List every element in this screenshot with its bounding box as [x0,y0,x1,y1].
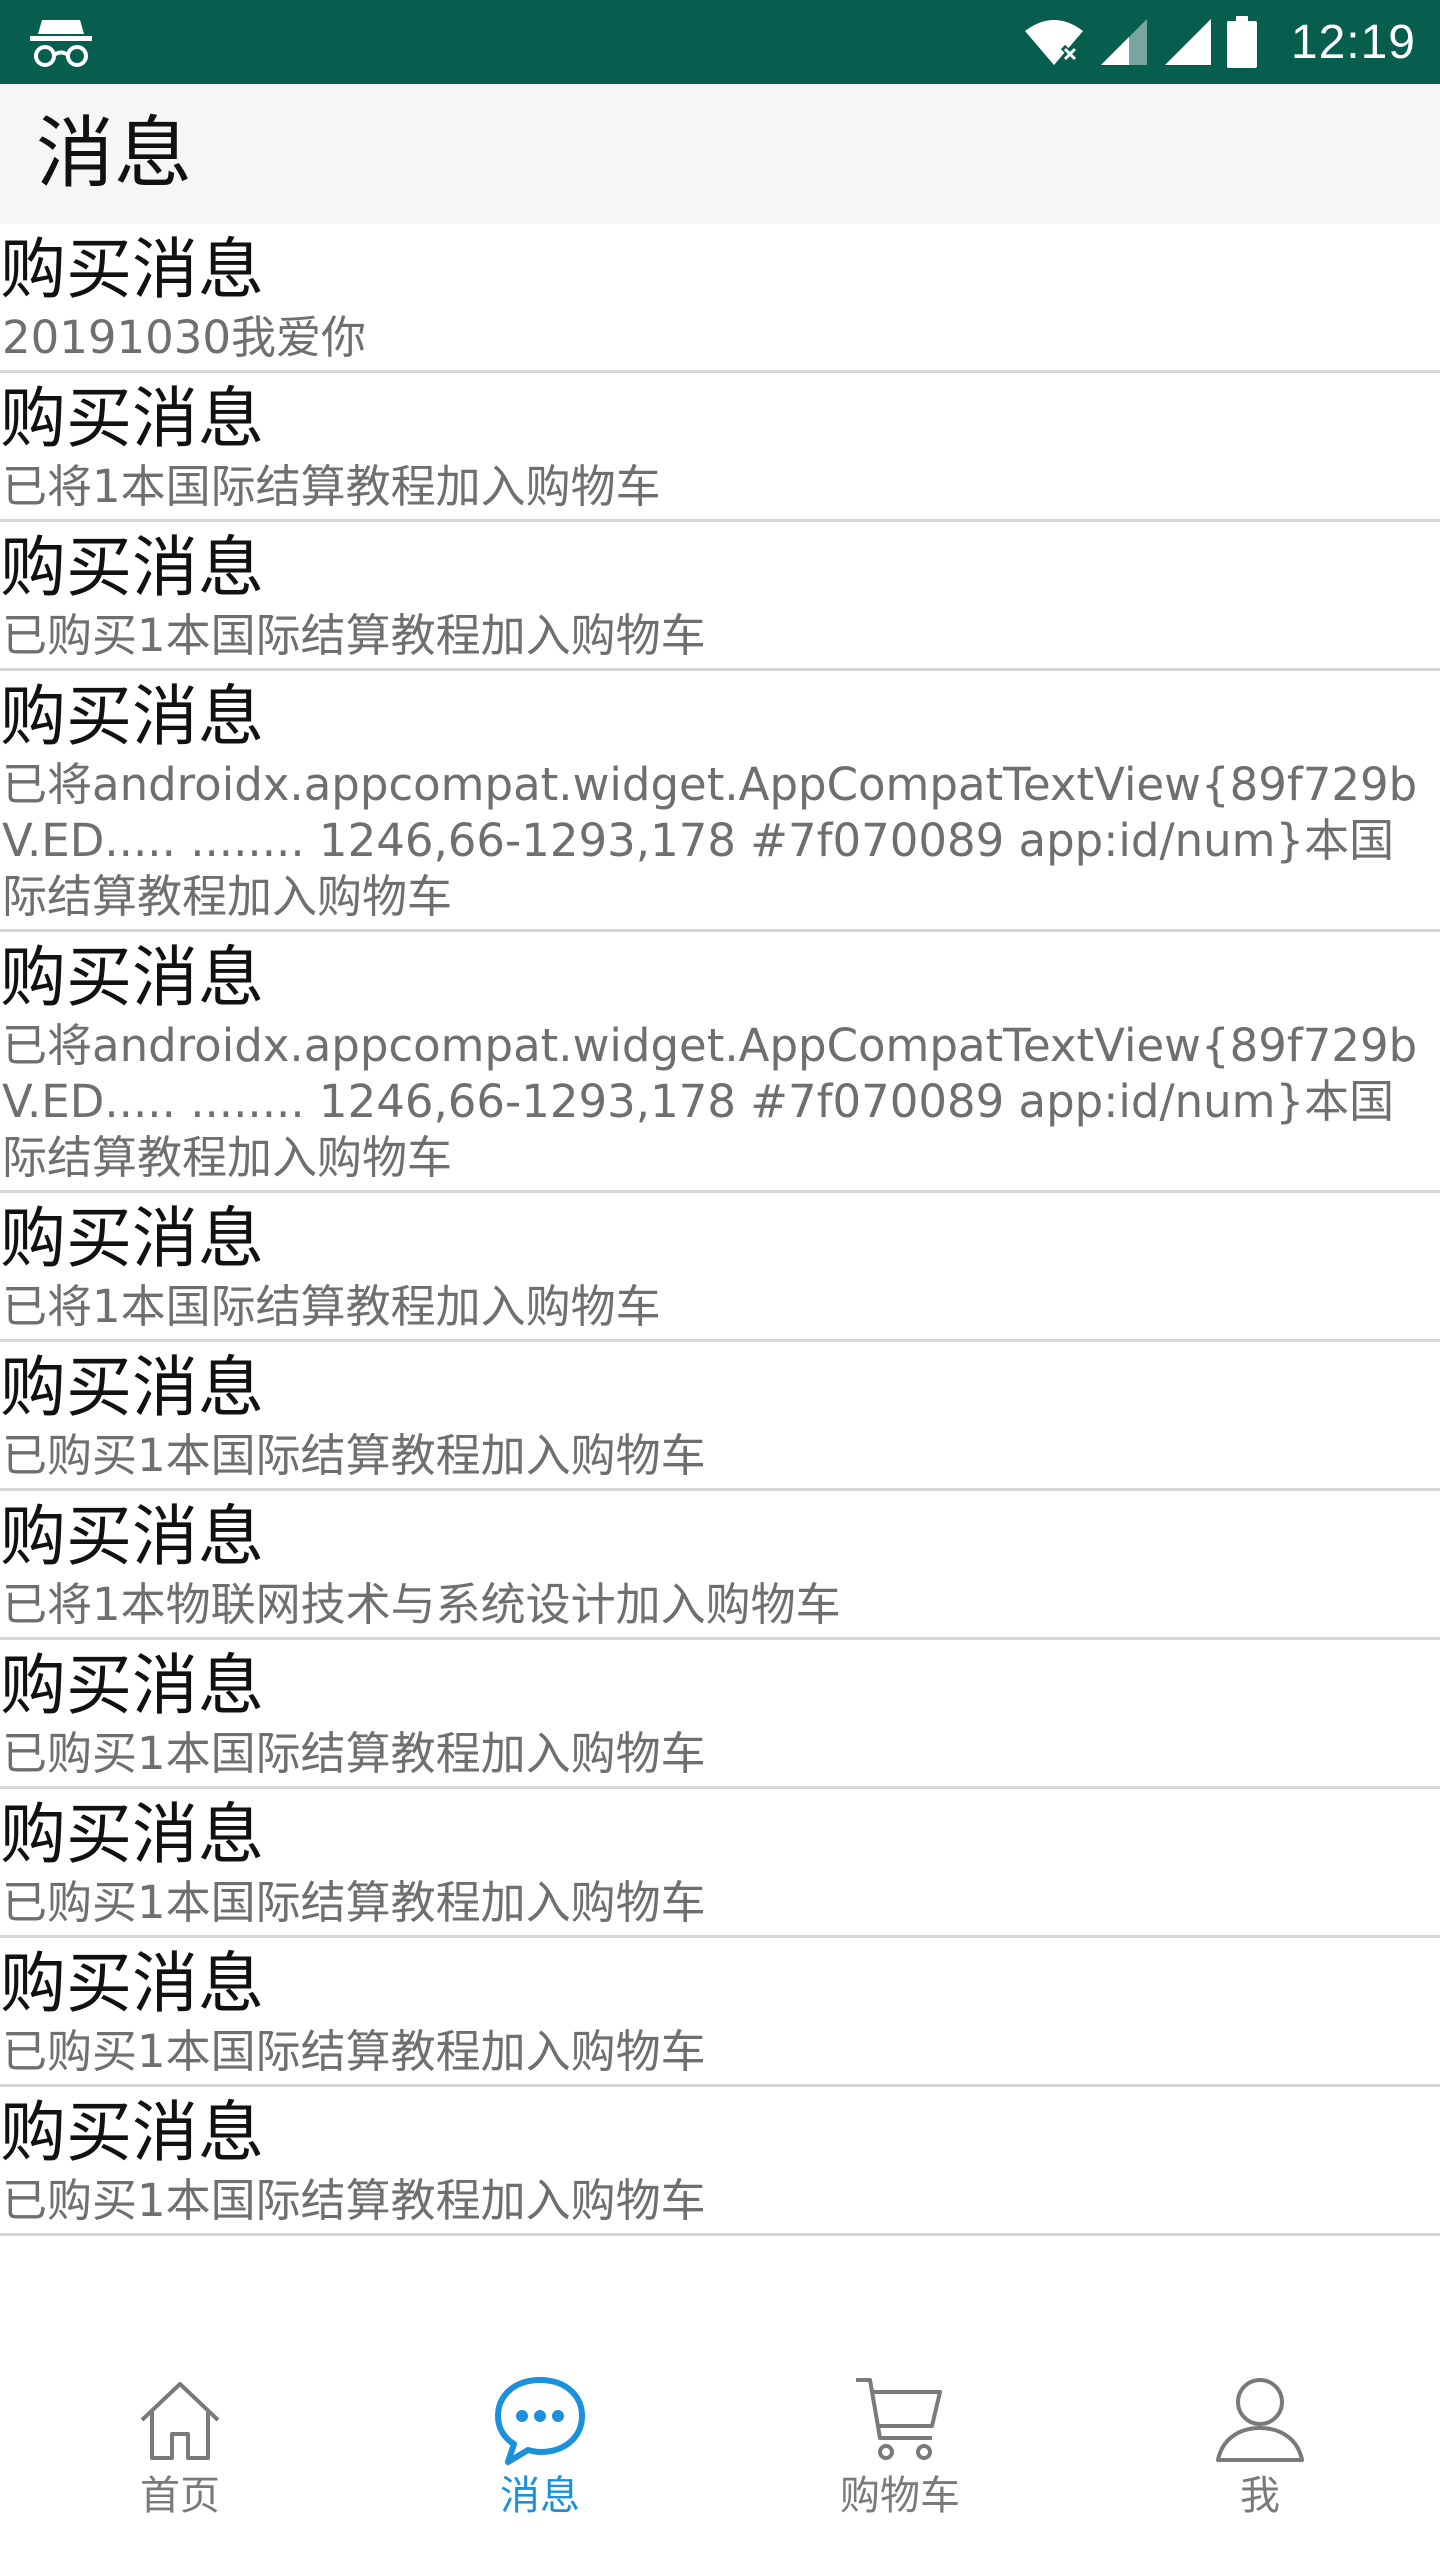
app-bar: 消息 [0,84,1440,224]
message-detail: 已将androidx.appcompat.widget.AppCompatTex… [2,758,1418,923]
wifi-icon [1024,20,1083,65]
nav-label-cart: 购物车 [840,2473,960,2519]
nav-item-cart[interactable]: 购物车 [720,2346,1080,2560]
list-item[interactable]: 购买消息 已将1本物联网技术与系统设计加入购物车 [0,1491,1440,1640]
message-detail: 已购买1本国际结算教程加入购物车 [2,1429,706,1482]
message-title: 购买消息 [0,380,264,457]
message-detail: 已将1本物联网技术与系统设计加入购物车 [2,1578,841,1631]
message-detail: 已将1本国际结算教程加入购物车 [2,460,661,513]
list-item[interactable]: 购买消息 已购买1本国际结算教程加入购物车 [0,1938,1440,2087]
battery-icon [1226,16,1257,68]
bottom-navigation: 首页 消息 购物车 我 [0,2346,1440,2560]
message-detail: 已将1本国际结算教程加入购物车 [2,1280,661,1333]
message-title: 购买消息 [0,1647,264,1724]
message-detail: 已购买1本国际结算教程加入购物车 [2,2025,706,2078]
home-icon [140,2382,220,2460]
list-item[interactable]: 购买消息 已购买1本国际结算教程加入购物车 [0,2087,1440,2236]
message-list[interactable]: 购买消息 20191030我爱你 购买消息 已将1本国际结算教程加入购物车 购买… [0,224,1440,2346]
page-title: 消息 [36,109,193,199]
nav-label-messages: 消息 [500,2473,580,2519]
nav-item-me[interactable]: 我 [1080,2346,1440,2560]
message-detail: 已购买1本国际结算教程加入购物车 [2,2174,706,2227]
list-item[interactable]: 购买消息 已将androidx.appcompat.widget.AppComp… [0,932,1440,1193]
list-item[interactable]: 购买消息 20191030我爱你 [0,224,1440,373]
incognito-icon [30,20,92,67]
message-detail: 已购买1本国际结算教程加入购物车 [2,609,706,662]
list-item[interactable]: 购买消息 已将1本国际结算教程加入购物车 [0,1193,1440,1342]
list-item[interactable]: 购买消息 已购买1本国际结算教程加入购物车 [0,1789,1440,1938]
message-title: 购买消息 [0,1796,264,1873]
message-title: 购买消息 [0,1349,264,1426]
message-title: 购买消息 [0,2094,264,2171]
message-title: 购买消息 [0,1200,264,1277]
signal-icon [1164,19,1211,65]
message-detail: 已购买1本国际结算教程加入购物车 [2,1876,706,1929]
list-item[interactable]: 购买消息 已购买1本国际结算教程加入购物车 [0,1640,1440,1789]
nav-item-messages[interactable]: 消息 [360,2346,720,2560]
nav-item-home[interactable]: 首页 [0,2346,360,2560]
message-title: 购买消息 [0,1498,264,1575]
list-item[interactable]: 购买消息 已将androidx.appcompat.widget.AppComp… [0,671,1440,932]
nav-label-me: 我 [1240,2473,1280,2519]
message-detail: 已购买1本国际结算教程加入购物车 [2,1727,706,1780]
message-title: 购买消息 [0,1945,264,2022]
message-title: 购买消息 [0,231,264,308]
signal-icon [1100,19,1147,65]
list-item[interactable]: 购买消息 已购买1本国际结算教程加入购物车 [0,1342,1440,1491]
chat-icon [495,2377,585,2465]
list-item[interactable]: 购买消息 已将1本国际结算教程加入购物车 [0,373,1440,522]
message-title: 购买消息 [0,529,264,606]
nav-label-home: 首页 [140,2473,220,2519]
status-time: 12:19 [1290,15,1416,69]
message-title: 购买消息 [0,939,264,1016]
message-title: 购买消息 [0,678,264,755]
message-detail: 20191030我爱你 [2,311,367,364]
status-bar: 12:19 [0,0,1440,84]
cart-icon [856,2378,942,2460]
message-detail: 已将androidx.appcompat.widget.AppCompatTex… [2,1019,1418,1184]
person-icon [1216,2378,1304,2462]
list-item[interactable]: 购买消息 已购买1本国际结算教程加入购物车 [0,522,1440,671]
